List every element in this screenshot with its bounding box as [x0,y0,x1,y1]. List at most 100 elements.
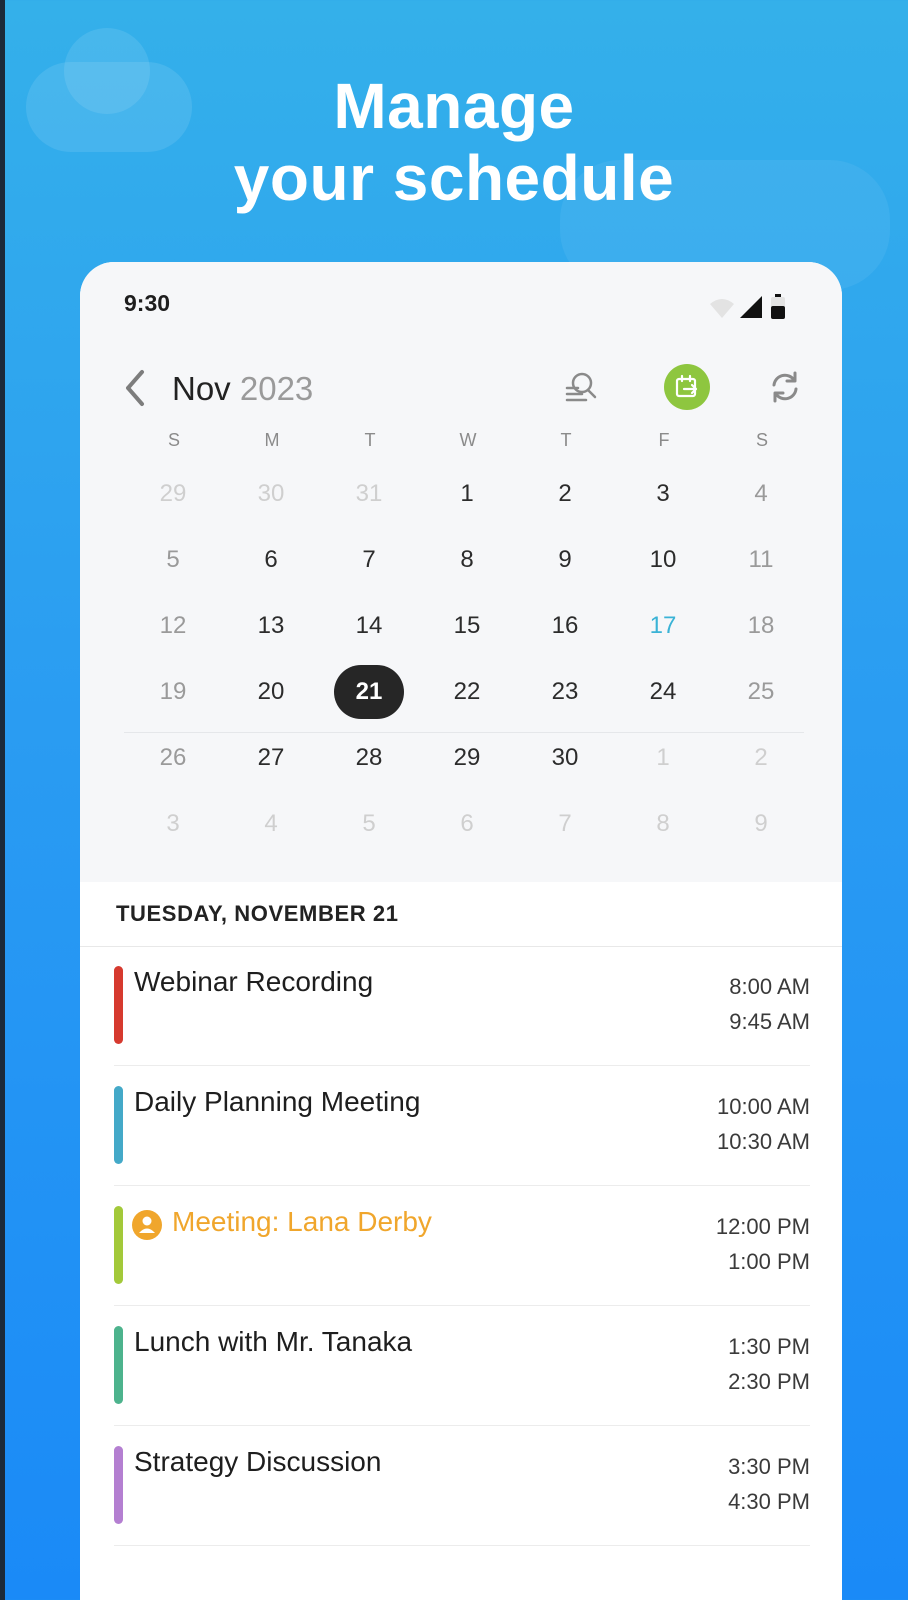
event-start-time: 8:00 AM [729,974,810,999]
calendar-day-number: 28 [355,744,383,771]
calendar-day[interactable]: 6 [226,534,316,586]
calendar-day-number: 2 [754,744,768,771]
calendar-day[interactable]: 1 [422,468,512,520]
event-start-time: 3:30 PM [728,1454,810,1479]
event-item[interactable]: Strategy Discussion 3:30 PM 4:30 PM [114,1426,810,1546]
calendar-day-number: 8 [656,810,670,837]
calendar-day[interactable]: 17 [618,600,708,652]
calendar-day[interactable]: 6 [422,798,512,850]
event-start-time: 10:00 AM [717,1094,810,1119]
calendar-day[interactable]: 5 [324,798,414,850]
calendar-day-number: 29 [453,744,481,771]
sync-button[interactable] [760,362,810,412]
calendar-day[interactable]: 20 [226,666,316,718]
calendar-day-number: 9 [558,546,572,573]
calendar-day[interactable]: 24 [618,666,708,718]
calendar-day[interactable]: 22 [422,666,512,718]
calendar-day[interactable]: 30 [520,732,610,784]
calendar-day[interactable]: 7 [520,798,610,850]
calendar-day[interactable]: 7 [324,534,414,586]
event-end-time: 9:45 AM [729,1009,810,1034]
event-item[interactable]: Webinar Recording 8:00 AM 9:45 AM [114,946,810,1066]
calendar-day[interactable]: 2 [520,468,610,520]
calendar-day-number: 23 [551,678,579,705]
calendar-day-number: 7 [362,546,376,573]
event-end-time: 4:30 PM [728,1489,810,1514]
go-to-today-button[interactable] [662,362,712,412]
calendar-day[interactable]: 30 [226,468,316,520]
calendar-day[interactable]: 8 [618,798,708,850]
calendar-day-number: 17 [649,612,677,639]
calendar-day[interactable]: 14 [324,600,414,652]
calendar-day-number: 19 [159,678,187,705]
event-color-bar [114,1206,123,1284]
calendar-day[interactable]: 18 [716,600,806,652]
calendar-arrow-icon [675,374,698,398]
today-button-circle [664,364,710,410]
calendar-day[interactable]: 16 [520,600,610,652]
calendar-day[interactable]: 9 [716,798,806,850]
calendar-day-number: 14 [355,612,383,639]
calendar-day[interactable]: 13 [226,600,316,652]
calendar-day[interactable]: 29 [422,732,512,784]
calendar-day-number: 13 [257,612,285,639]
calendar-day-number: 11 [748,546,774,573]
calendar-header: Nov 2023 [120,362,810,412]
calendar-day[interactable]: 21 [324,665,414,719]
previous-month-button[interactable] [120,368,154,408]
phone-screen: 9:30 Nov 2023 S M T W T F S 29 30 31 1 2… [80,262,842,1600]
calendar-day[interactable]: 3 [618,468,708,520]
calendar-day-number: 29 [159,480,187,507]
headline: Manage your schedule [0,70,908,214]
calendar-day[interactable]: 8 [422,534,512,586]
calendar-day[interactable]: 31 [324,468,414,520]
calendar-day[interactable]: 28 [324,732,414,784]
wifi-icon [710,299,734,318]
headline-line-2: your schedule [233,142,675,214]
event-color-bar [114,966,123,1044]
calendar-day[interactable]: 4 [716,468,806,520]
calendar-day-number: 6 [460,810,474,837]
event-item[interactable]: Lunch with Mr. Tanaka 1:30 PM 2:30 PM [114,1306,810,1426]
weekday-label: T [560,430,572,450]
agenda-date-header: TUESDAY, NOVEMBER 21 [116,901,399,926]
weekday-label: S [167,430,180,450]
calendar-day-number: 4 [754,480,768,507]
calendar-day[interactable]: 23 [520,666,610,718]
calendar-day-number: 21 [355,678,383,705]
calendar-day[interactable]: 5 [128,534,218,586]
calendar-day[interactable]: 1 [618,732,708,784]
calendar-day-number: 1 [656,744,670,771]
calendar-day-number: 9 [754,810,768,837]
calendar-day-number: 4 [264,810,278,837]
calendar-day[interactable]: 4 [226,798,316,850]
calendar-day[interactable]: 12 [128,600,218,652]
event-start-time: 12:00 PM [715,1214,810,1239]
calendar-day[interactable]: 25 [716,666,806,718]
calendar-day[interactable]: 3 [128,798,218,850]
year-label: 2023 [239,370,314,407]
calendar-day[interactable]: 10 [618,534,708,586]
calendar-day-number: 26 [159,744,187,771]
calendar-day[interactable]: 26 [128,732,218,784]
search-events-button[interactable] [556,362,606,412]
event-item[interactable]: Daily Planning Meeting 10:00 AM 10:30 AM [114,1066,810,1186]
event-item[interactable]: Meeting: Lana Derby 12:00 PM 1:00 PM [114,1186,810,1306]
calendar-day[interactable]: 27 [226,732,316,784]
event-color-bar [114,1446,123,1524]
calendar-day[interactable]: 15 [422,600,512,652]
calendar-day[interactable]: 19 [128,666,218,718]
calendar-day-number: 25 [747,678,775,705]
event-end-time: 1:00 PM [728,1249,810,1274]
calendar-day[interactable]: 2 [716,732,806,784]
headline-line-1: Manage [333,70,575,142]
calendar-day[interactable]: 11 [716,534,806,586]
calendar-day-number: 24 [649,678,677,705]
month-title[interactable]: Nov 2023 [172,370,313,408]
calendar-day[interactable]: 29 [128,468,218,520]
event-start-time: 1:30 PM [728,1334,810,1359]
status-icons [708,294,798,320]
calendar-day[interactable]: 9 [520,534,610,586]
calendar-day-number: 15 [453,612,481,639]
weekday-label: T [364,430,376,450]
